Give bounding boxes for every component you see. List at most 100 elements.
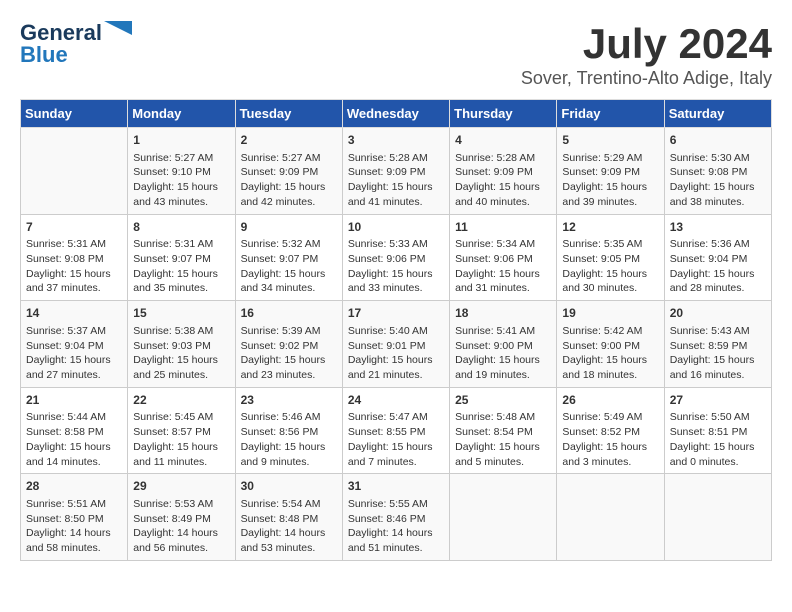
day-content: Sunrise: 5:48 AM Sunset: 8:54 PM Dayligh… (455, 410, 551, 469)
calendar-cell: 11Sunrise: 5:34 AM Sunset: 9:06 PM Dayli… (450, 214, 557, 301)
calendar-cell: 18 Sunrise: 5:41 AM Sunset: 9:00 PM Dayli… (450, 301, 557, 388)
logo-arrow-icon (104, 21, 132, 45)
day-content: Sunrise: 5:35 AM Sunset: 9:05 PM Dayligh… (562, 237, 658, 296)
calendar-title: July 2024 (521, 20, 772, 68)
day-content: Sunrise: 5:51 AM Sunset: 8:50 PM Dayligh… (26, 497, 122, 556)
day-content: Sunrise: 5:50 AM Sunset: 8:51 PM Dayligh… (670, 410, 766, 469)
day-number: 11 (455, 219, 551, 236)
calendar-cell: 13Sunrise: 5:36 AM Sunset: 9:04 PM Dayli… (664, 214, 771, 301)
day-content: Sunrise: 5:27 AM Sunset: 9:09 PM Dayligh… (241, 151, 337, 210)
col-header-sunday: Sunday (21, 100, 128, 128)
day-number: 27 (670, 392, 766, 409)
day-content: Sunrise: 5:53 AM Sunset: 8:49 PM Dayligh… (133, 497, 229, 556)
day-content: Sunrise: 5:43 AM Sunset: 8:59 PM Dayligh… (670, 324, 766, 383)
day-number: 26 (562, 392, 658, 409)
calendar-cell: 6Sunrise: 5:30 AM Sunset: 9:08 PM Daylig… (664, 128, 771, 215)
calendar-cell: 24Sunrise: 5:47 AM Sunset: 8:55 PM Dayli… (342, 387, 449, 474)
day-number: 1 (133, 132, 229, 149)
calendar-cell: 21Sunrise: 5:44 AM Sunset: 8:58 PM Dayli… (21, 387, 128, 474)
col-header-tuesday: Tuesday (235, 100, 342, 128)
day-content: Sunrise: 5:27 AM Sunset: 9:10 PM Dayligh… (133, 151, 229, 210)
day-number: 30 (241, 478, 337, 495)
day-number: 5 (562, 132, 658, 149)
title-block: July 2024 Sover, Trentino-Alto Adige, It… (521, 20, 772, 89)
calendar-cell: 14Sunrise: 5:37 AM Sunset: 9:04 PM Dayli… (21, 301, 128, 388)
day-number: 8 (133, 219, 229, 236)
calendar-cell: 26Sunrise: 5:49 AM Sunset: 8:52 PM Dayli… (557, 387, 664, 474)
day-content: Sunrise: 5:28 AM Sunset: 9:09 PM Dayligh… (348, 151, 444, 210)
calendar-cell: 15Sunrise: 5:38 AM Sunset: 9:03 PM Dayli… (128, 301, 235, 388)
day-content: Sunrise: 5:42 AM Sunset: 9:00 PM Dayligh… (562, 324, 658, 383)
day-content: Sunrise: 5:36 AM Sunset: 9:04 PM Dayligh… (670, 237, 766, 296)
day-number: 17 (348, 305, 444, 322)
calendar-table: SundayMondayTuesdayWednesdayThursdayFrid… (20, 99, 772, 561)
day-content: Sunrise: 5:32 AM Sunset: 9:07 PM Dayligh… (241, 237, 337, 296)
calendar-cell: 2Sunrise: 5:27 AM Sunset: 9:09 PM Daylig… (235, 128, 342, 215)
calendar-cell: 9Sunrise: 5:32 AM Sunset: 9:07 PM Daylig… (235, 214, 342, 301)
calendar-cell: 12Sunrise: 5:35 AM Sunset: 9:05 PM Dayli… (557, 214, 664, 301)
day-number: 13 (670, 219, 766, 236)
week-row: 7Sunrise: 5:31 AM Sunset: 9:08 PM Daylig… (21, 214, 772, 301)
day-number: 20 (670, 305, 766, 322)
logo: General Blue (20, 20, 132, 68)
calendar-cell: 22Sunrise: 5:45 AM Sunset: 8:57 PM Dayli… (128, 387, 235, 474)
calendar-cell: 28Sunrise: 5:51 AM Sunset: 8:50 PM Dayli… (21, 474, 128, 561)
calendar-cell (557, 474, 664, 561)
day-content: Sunrise: 5:44 AM Sunset: 8:58 PM Dayligh… (26, 410, 122, 469)
week-row: 14Sunrise: 5:37 AM Sunset: 9:04 PM Dayli… (21, 301, 772, 388)
day-number: 18 (455, 305, 551, 322)
calendar-cell: 30Sunrise: 5:54 AM Sunset: 8:48 PM Dayli… (235, 474, 342, 561)
calendar-cell: 10Sunrise: 5:33 AM Sunset: 9:06 PM Dayli… (342, 214, 449, 301)
calendar-cell: 1 Sunrise: 5:27 AM Sunset: 9:10 PM Daylig… (128, 128, 235, 215)
calendar-header: SundayMondayTuesdayWednesdayThursdayFrid… (21, 100, 772, 128)
calendar-cell: 23Sunrise: 5:46 AM Sunset: 8:56 PM Dayli… (235, 387, 342, 474)
day-content: Sunrise: 5:45 AM Sunset: 8:57 PM Dayligh… (133, 410, 229, 469)
calendar-cell: 4 Sunrise: 5:28 AM Sunset: 9:09 PM Daylig… (450, 128, 557, 215)
day-content: Sunrise: 5:33 AM Sunset: 9:06 PM Dayligh… (348, 237, 444, 296)
day-content: Sunrise: 5:29 AM Sunset: 9:09 PM Dayligh… (562, 151, 658, 210)
day-number: 31 (348, 478, 444, 495)
day-content: Sunrise: 5:49 AM Sunset: 8:52 PM Dayligh… (562, 410, 658, 469)
week-row: 28Sunrise: 5:51 AM Sunset: 8:50 PM Dayli… (21, 474, 772, 561)
calendar-cell: 3Sunrise: 5:28 AM Sunset: 9:09 PM Daylig… (342, 128, 449, 215)
day-content: Sunrise: 5:38 AM Sunset: 9:03 PM Dayligh… (133, 324, 229, 383)
calendar-cell: 5 Sunrise: 5:29 AM Sunset: 9:09 PM Daylig… (557, 128, 664, 215)
day-number: 4 (455, 132, 551, 149)
col-header-saturday: Saturday (664, 100, 771, 128)
day-number: 22 (133, 392, 229, 409)
day-number: 29 (133, 478, 229, 495)
calendar-cell: 7Sunrise: 5:31 AM Sunset: 9:08 PM Daylig… (21, 214, 128, 301)
week-row: 1 Sunrise: 5:27 AM Sunset: 9:10 PM Daylig… (21, 128, 772, 215)
day-number: 16 (241, 305, 337, 322)
day-number: 6 (670, 132, 766, 149)
calendar-cell (450, 474, 557, 561)
col-header-thursday: Thursday (450, 100, 557, 128)
day-number: 23 (241, 392, 337, 409)
day-content: Sunrise: 5:37 AM Sunset: 9:04 PM Dayligh… (26, 324, 122, 383)
day-number: 24 (348, 392, 444, 409)
day-number: 25 (455, 392, 551, 409)
calendar-cell: 29 Sunrise: 5:53 AM Sunset: 8:49 PM Dayli… (128, 474, 235, 561)
day-content: Sunrise: 5:39 AM Sunset: 9:02 PM Dayligh… (241, 324, 337, 383)
day-content: Sunrise: 5:28 AM Sunset: 9:09 PM Dayligh… (455, 151, 551, 210)
day-number: 7 (26, 219, 122, 236)
day-content: Sunrise: 5:41 AM Sunset: 9:00 PM Dayligh… (455, 324, 551, 383)
col-header-friday: Friday (557, 100, 664, 128)
day-content: Sunrise: 5:34 AM Sunset: 9:06 PM Dayligh… (455, 237, 551, 296)
logo-blue: Blue (20, 42, 68, 68)
day-content: Sunrise: 5:47 AM Sunset: 8:55 PM Dayligh… (348, 410, 444, 469)
day-content: Sunrise: 5:31 AM Sunset: 9:07 PM Dayligh… (133, 237, 229, 296)
calendar-cell: 31 Sunrise: 5:55 AM Sunset: 8:46 PM Dayli… (342, 474, 449, 561)
day-content: Sunrise: 5:31 AM Sunset: 9:08 PM Dayligh… (26, 237, 122, 296)
calendar-location: Sover, Trentino-Alto Adige, Italy (521, 68, 772, 89)
day-number: 10 (348, 219, 444, 236)
calendar-cell: 25Sunrise: 5:48 AM Sunset: 8:54 PM Dayli… (450, 387, 557, 474)
week-row: 21Sunrise: 5:44 AM Sunset: 8:58 PM Dayli… (21, 387, 772, 474)
page-header: General Blue July 2024 Sover, Trentino-A… (20, 20, 772, 89)
day-content: Sunrise: 5:55 AM Sunset: 8:46 PM Dayligh… (348, 497, 444, 556)
day-content: Sunrise: 5:46 AM Sunset: 8:56 PM Dayligh… (241, 410, 337, 469)
calendar-cell: 16 Sunrise: 5:39 AM Sunset: 9:02 PM Dayli… (235, 301, 342, 388)
day-content: Sunrise: 5:40 AM Sunset: 9:01 PM Dayligh… (348, 324, 444, 383)
day-number: 19 (562, 305, 658, 322)
day-number: 12 (562, 219, 658, 236)
